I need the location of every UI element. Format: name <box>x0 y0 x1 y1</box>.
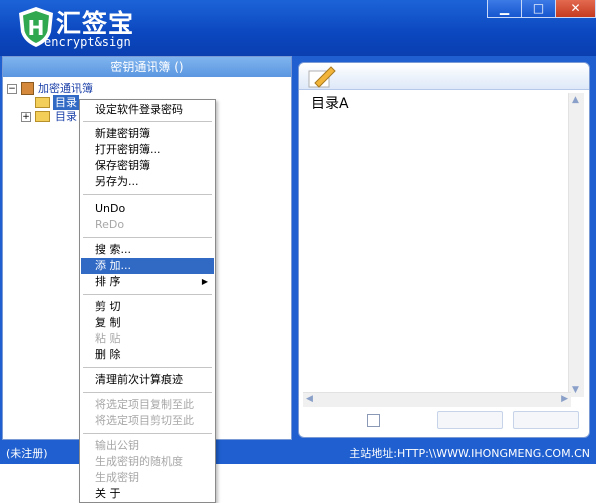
menu-item-undo[interactable]: UnDo <box>81 201 214 217</box>
menu-item-copy-here: 将选定项目复制至此 <box>95 398 194 411</box>
content-header <box>299 63 589 90</box>
menu-item-export-public-key: 输出公钥 <box>95 439 139 452</box>
scroll-up-icon[interactable]: ▲ <box>572 95 579 105</box>
minimize-button[interactable]: ▁ <box>487 0 522 18</box>
edit-pencil-icon <box>308 66 336 88</box>
scroll-down-icon[interactable]: ▼ <box>572 385 579 395</box>
panel-header: 密钥通讯簿 () <box>3 57 291 77</box>
close-button[interactable]: ✕ <box>555 0 596 18</box>
folder-icon <box>35 97 50 108</box>
scroll-left-icon[interactable]: ◀ <box>306 394 313 404</box>
menu-item-redo: ReDo <box>95 218 125 231</box>
menu-item-paste: 粘 贴 <box>95 332 121 345</box>
collapse-icon[interactable]: − <box>7 84 17 94</box>
maximize-button[interactable]: □ <box>521 0 556 18</box>
horizontal-scrollbar[interactable]: ◀ ▶ <box>303 392 571 407</box>
close-icon: ✕ <box>570 1 581 15</box>
menu-item-cut[interactable]: 剪 切 <box>81 299 214 315</box>
menu-item-generate-key: 生成密钥 <box>95 471 139 484</box>
menu-item-key-randomness: 生成密钥的随机度 <box>95 455 183 468</box>
menu-item-add[interactable]: 添 加... <box>81 258 214 274</box>
menu-item-sort[interactable]: 排 序 ▶ <box>81 274 214 290</box>
menu-item-clear-traces[interactable]: 清理前次计算痕迹 <box>81 372 214 388</box>
menu-item-copy[interactable]: 复 制 <box>81 315 214 331</box>
menu-separator <box>83 367 212 368</box>
tree-item-label: 目录 <box>55 110 77 123</box>
menu-item-delete[interactable]: 删 除 <box>81 347 214 363</box>
menu-separator <box>83 392 212 393</box>
submenu-arrow-icon: ▶ <box>201 277 208 286</box>
svg-text:H: H <box>28 16 45 40</box>
minimize-icon: ▁ <box>499 1 510 15</box>
menu-separator <box>83 433 212 434</box>
website-address: 主站地址:HTTP:\\WWW.IHONGMENG.COM.CN <box>349 447 590 460</box>
menu-separator <box>83 194 212 195</box>
maximize-icon: □ <box>532 1 545 15</box>
folder-icon <box>35 111 50 122</box>
address-book-icon <box>21 82 34 95</box>
menu-item-set-password[interactable]: 设定软件登录密码 <box>81 102 214 118</box>
menu-item-open-book[interactable]: 打开密钥簿... <box>81 142 214 158</box>
scroll-right-icon[interactable]: ▶ <box>561 394 568 404</box>
content-panel: 目录A ▲ ▼ ◀ ▶ <box>298 62 590 438</box>
content-text[interactable]: 目录A <box>311 93 349 113</box>
action-button-1[interactable] <box>437 411 503 429</box>
menu-item-search[interactable]: 搜 索... <box>81 242 214 258</box>
tree-item-label: 目录 <box>53 95 79 110</box>
expand-icon[interactable]: + <box>21 112 31 122</box>
vertical-scrollbar[interactable]: ▲ ▼ <box>568 93 584 397</box>
tree-root-label: 加密通讯簿 <box>38 82 93 95</box>
app-subtitle: encrypt&sign <box>44 35 131 49</box>
title-bar: H 汇签宝 encrypt&sign ▁ □ ✕ <box>0 0 596 56</box>
menu-separator <box>83 294 212 295</box>
action-button-2[interactable] <box>513 411 579 429</box>
menu-separator <box>83 121 212 122</box>
menu-item-save-book[interactable]: 保存密钥簿 <box>81 158 214 174</box>
menu-item-move-here: 将选定项目剪切至此 <box>95 414 194 427</box>
option-checkbox[interactable] <box>367 414 380 427</box>
menu-item-label: 排 序 <box>95 275 121 288</box>
menu-item-about[interactable]: 关 于 <box>81 486 214 502</box>
menu-item-new-book[interactable]: 新建密钥簿 <box>81 126 214 142</box>
menu-separator <box>83 237 212 238</box>
menu-item-save-as[interactable]: 另存为... <box>81 174 214 190</box>
registration-status: (未注册) <box>6 447 48 460</box>
context-menu: 设定软件登录密码 新建密钥簿 打开密钥簿... 保存密钥簿 另存为... UnD… <box>79 99 216 503</box>
